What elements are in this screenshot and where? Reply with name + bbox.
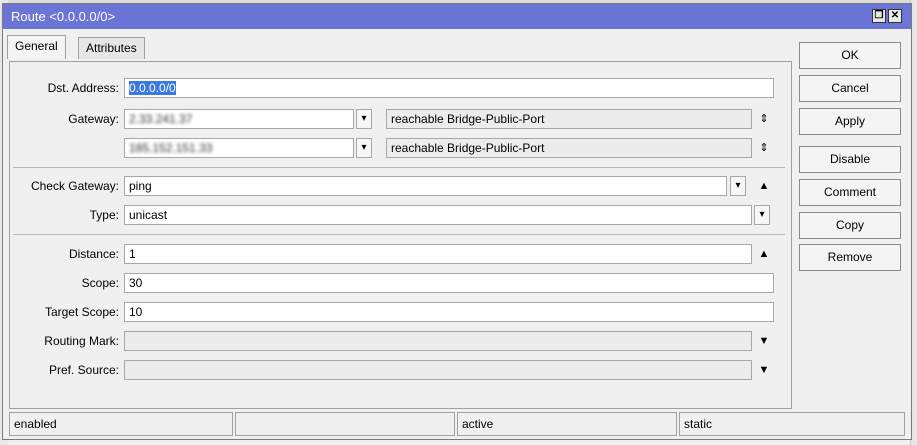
apply-button[interactable]: Apply [799,108,901,135]
up-down-arrow-icon[interactable]: ⇕ [757,138,771,158]
gateway-value-2: 185.152.151.33 [129,141,213,155]
gateway-input-1[interactable]: 2.33.241.37 [124,109,354,129]
gateway-label: Gateway: [68,112,119,126]
up-arrow-icon[interactable]: ▲ [757,244,771,264]
status-static: static [679,412,905,436]
dropdown-icon[interactable]: ▾ [730,176,746,196]
status-active: active [457,412,677,436]
status-enabled: enabled [9,412,233,436]
dropdown-icon[interactable]: ▾ [356,109,372,129]
pref-source-label: Pref. Source: [48,363,119,377]
cancel-button[interactable]: Cancel [799,75,901,102]
close-icon[interactable]: ✕ [888,9,902,23]
routing-mark-label: Routing Mark: [44,334,119,348]
routing-mark-input[interactable] [124,331,752,351]
gateway-status-2: reachable Bridge-Public-Port [386,138,752,158]
pref-source-input[interactable] [124,360,752,380]
ok-button[interactable]: OK [799,42,901,69]
separator [13,234,785,235]
check-gateway-input[interactable]: ping [124,176,727,196]
up-arrow-icon[interactable]: ▲ [757,176,771,196]
dst-address-label: Dst. Address: [47,81,119,95]
distance-input[interactable]: 1 [124,244,752,264]
disable-button[interactable]: Disable [799,146,901,173]
tab-attributes[interactable]: Attributes [78,37,145,59]
remove-button[interactable]: Remove [799,244,901,271]
comment-button[interactable]: Comment [799,179,901,206]
check-gateway-label: Check Gateway: [30,179,119,193]
route-dialog: Route <0.0.0.0/0> ❐ ✕ General Attributes… [2,3,912,440]
dropdown-icon[interactable]: ▾ [754,205,770,225]
dst-address-value: 0.0.0.0/0 [129,81,176,95]
dst-address-input[interactable]: 0.0.0.0/0 [124,78,774,98]
type-select[interactable]: unicast [124,205,752,225]
copy-button[interactable]: Copy [799,212,901,239]
status-empty [235,412,455,436]
title-bar[interactable]: Route <0.0.0.0/0> ❐ ✕ [3,4,911,29]
gateway-input-2[interactable]: 185.152.151.33 [124,138,354,158]
tab-general[interactable]: General [7,35,66,59]
target-scope-input[interactable]: 10 [124,302,774,322]
separator [13,167,785,168]
type-label: Type: [89,208,119,222]
scope-label: Scope: [81,276,119,290]
down-arrow-icon[interactable]: ▼ [757,360,771,380]
scope-input[interactable]: 30 [124,273,774,293]
status-bar: enabled active static [9,412,905,436]
distance-label: Distance: [68,247,119,261]
down-arrow-icon[interactable]: ▼ [757,331,771,351]
dropdown-icon[interactable]: ▾ [356,138,372,158]
up-down-arrow-icon[interactable]: ⇕ [757,109,771,129]
target-scope-label: Target Scope: [44,305,119,319]
window-title: Route <0.0.0.0/0> [11,9,116,24]
gateway-value-1: 2.33.241.37 [129,112,193,126]
gateway-status-1: reachable Bridge-Public-Port [386,109,752,129]
restore-icon[interactable]: ❐ [872,9,886,23]
